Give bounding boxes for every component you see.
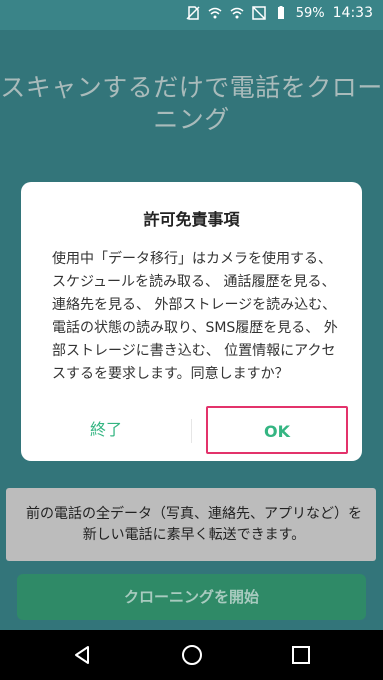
dialog-message: 使用中「データ移行」はカメラを使用する、 スケジュールを読み取る、 通話履歴を見… <box>52 251 338 382</box>
wifi-icon <box>208 7 222 19</box>
battery-icon <box>277 6 284 19</box>
dialog-title: 許可免責事項 <box>143 210 240 229</box>
airplane-icon <box>251 6 266 20</box>
no-sim-icon <box>186 6 200 20</box>
back-icon[interactable] <box>70 643 94 667</box>
info-text: 前の電話の全データ（写真、連絡先、アプリなど）を新しい電話に素早く転送できます。 <box>26 506 362 543</box>
navigation-bar <box>0 630 383 680</box>
status-right: 59% 14:33 <box>186 5 373 21</box>
status-bar: 59% 14:33 <box>0 0 383 30</box>
info-card: 前の電話の全データ（写真、連絡先、アプリなど）を新しい電話に素早く転送できます。 <box>6 488 376 561</box>
start-cloning-button[interactable]: クローニングを開始 <box>17 574 366 620</box>
wifi-icon <box>230 7 244 19</box>
permission-dialog: 許可免責事項 使用中「データ移行」はカメラを使用する、 スケジュールを読み取る、… <box>21 182 362 461</box>
battery-percent: 59% <box>295 5 325 21</box>
clock: 14:33 <box>332 5 373 21</box>
ok-button[interactable]: OK <box>206 406 348 454</box>
exit-button[interactable]: 終了 <box>21 408 191 452</box>
dialog-button-divider <box>191 419 192 443</box>
recents-icon[interactable] <box>289 643 313 667</box>
home-icon[interactable] <box>180 643 204 667</box>
